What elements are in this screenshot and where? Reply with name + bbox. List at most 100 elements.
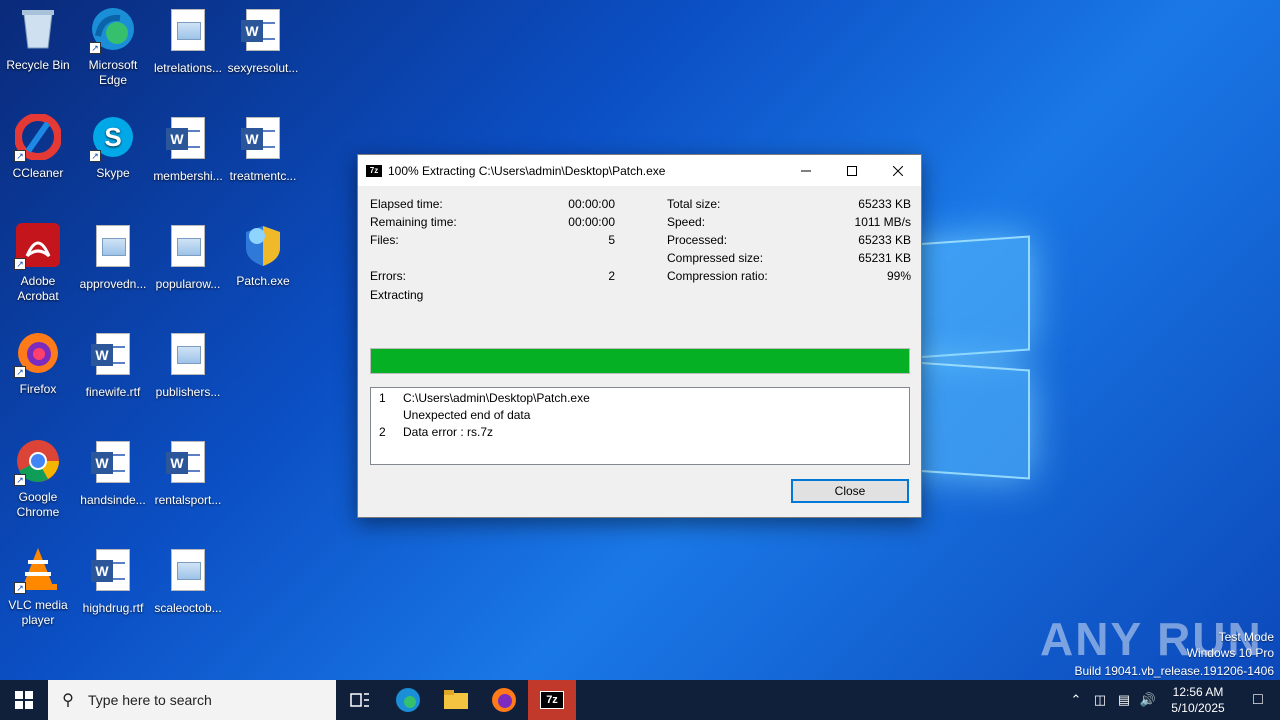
clock-time: 12:56 AM (1172, 685, 1224, 699)
task-view-button[interactable] (336, 680, 384, 720)
progress-fill (371, 349, 909, 373)
stat-compression-ratio: Compression ratio: 99% (667, 269, 911, 285)
folder-icon (444, 690, 468, 709)
desktop-icon[interactable]: Wsexyresolut... (225, 6, 301, 76)
test-mode-text: Test Mode (1218, 630, 1274, 644)
desktop-icon[interactable]: Patch.exe (225, 222, 301, 289)
desktop-icon-label: handsinde... (80, 493, 146, 507)
start-button[interactable] (0, 680, 48, 720)
stat-value: 65231 KB (858, 251, 911, 265)
desktop-icon-label: rentalsport... (154, 493, 222, 507)
network-icon[interactable]: ▤ (1112, 692, 1136, 708)
taskbar: ⚲ Type here to search 7z ⌃ ◫ ▤ 🔊 12:56 A… (0, 680, 1280, 720)
desktop-icon[interactable]: Wmembershi... (150, 114, 226, 184)
desktop-icon-label: Firefox (19, 382, 57, 396)
skype-icon: S ↗ (89, 114, 137, 162)
close-button[interactable]: Close (791, 479, 909, 503)
svg-text:S: S (104, 122, 121, 152)
desktop-icon[interactable]: letrelations... (150, 6, 226, 76)
desktop-icon[interactable]: Recycle Bin (0, 6, 76, 73)
windows-start-icon (15, 691, 33, 709)
log-text: C:\Users\admin\Desktop\Patch.exe (403, 391, 590, 405)
shortcut-arrow-icon: ↗ (14, 150, 26, 162)
stat-speed: Speed: 1011 MB/s (667, 215, 911, 231)
desktop-icon[interactable]: ↗ Microsoft Edge (75, 6, 151, 88)
search-placeholder: Type here to search (88, 692, 212, 708)
desktop-icon[interactable]: ↗ Google Chrome (0, 438, 76, 520)
desktop-icon[interactable]: Whandsinde... (75, 438, 151, 508)
stat-value: 2 (608, 269, 615, 283)
minimize-icon (801, 170, 811, 171)
word-doc-icon: W (164, 441, 212, 489)
stat-label: Compression ratio: (667, 269, 768, 283)
edge-icon: ↗ (89, 6, 137, 54)
minimize-button[interactable] (783, 155, 829, 186)
desktop-icon[interactable]: Wtreatmentc... (225, 114, 301, 184)
desktop-icon[interactable]: Whighdrug.rtf (75, 546, 151, 616)
taskbar-7zip[interactable]: 7z (528, 680, 576, 720)
recycle-bin-icon (14, 6, 62, 54)
stat-errors: Errors: 2 (370, 269, 615, 285)
image-file-icon (164, 9, 212, 57)
desktop-icon-label: CCleaner (12, 166, 64, 180)
desktop-icon[interactable]: scaleoctob... (150, 546, 226, 616)
stat-elapsed: Elapsed time: 00:00:00 (370, 197, 615, 213)
close-icon (893, 165, 903, 176)
search-box[interactable]: ⚲ Type here to search (48, 680, 336, 720)
taskbar-firefox[interactable] (480, 680, 528, 720)
desktop-icon[interactable]: approvedn... (75, 222, 151, 292)
chevron-up-icon[interactable]: ⌃ (1064, 692, 1088, 708)
desktop-icon-label: Microsoft Edge (88, 58, 138, 87)
right-stats: Total size: 65233 KB Speed: 1011 MB/s Pr… (667, 197, 911, 297)
taskbar-edge[interactable] (384, 680, 432, 720)
log-number: 1 (379, 391, 386, 405)
shortcut-arrow-icon: ↗ (14, 582, 26, 594)
vlc-icon: ↗ (14, 546, 62, 594)
log-number: 2 (379, 425, 386, 439)
volume-icon[interactable]: 🔊 (1136, 692, 1160, 708)
stat-label: Errors: (370, 269, 406, 283)
desktop-icon-label: scaleoctob... (154, 601, 222, 615)
image-file-icon (89, 225, 137, 273)
status-text: Extracting (370, 288, 615, 304)
firefox-icon (492, 688, 516, 712)
desktop-icon[interactable]: ↗ Firefox (0, 330, 76, 397)
search-icon: ⚲ (62, 692, 74, 709)
desktop-icon-label: approvedn... (79, 277, 147, 291)
desktop-icon[interactable]: Wrentalsport... (150, 438, 226, 508)
word-doc-icon: W (164, 117, 212, 165)
clock-date: 5/10/2025 (1171, 701, 1225, 715)
stat-label: Total size: (667, 197, 721, 211)
image-file-icon (164, 225, 212, 273)
stat-value: 99% (886, 269, 911, 283)
shortcut-arrow-icon: ↗ (14, 258, 26, 270)
close-window-button[interactable] (875, 155, 921, 186)
edition-text: Windows 10 Pro (1186, 646, 1274, 660)
word-doc-icon: W (89, 333, 137, 381)
desktop-icon[interactable]: Wfinewife.rtf (75, 330, 151, 400)
device-icon[interactable]: ◫ (1088, 692, 1112, 708)
clock[interactable]: 12:56 AM 5/10/2025 (1160, 684, 1236, 716)
taskbar-file-explorer[interactable] (432, 680, 480, 720)
stat-value: 1011 MB/s (854, 215, 911, 229)
desktop-icon-label: Google Chrome (16, 490, 60, 519)
7zip-icon: 7z (540, 691, 564, 709)
dialog-titlebar[interactable]: 7z 100% Extracting C:\Users\admin\Deskto… (358, 155, 921, 186)
stat-compressed-size: Compressed size: 65231 KB (667, 251, 911, 267)
desktop-icon[interactable]: ↗ CCleaner (0, 113, 76, 181)
maximize-button[interactable] (829, 155, 875, 186)
chrome-icon: ↗ (14, 438, 62, 486)
firefox-icon: ↗ (14, 330, 62, 378)
shortcut-arrow-icon: ↗ (89, 150, 101, 162)
extract-progress-dialog: 7z 100% Extracting C:\Users\admin\Deskto… (357, 154, 922, 518)
desktop-icon-label: popularow... (155, 277, 221, 291)
error-log-list[interactable]: 1 C:\Users\admin\Desktop\Patch.exe Unexp… (370, 387, 910, 465)
notification-icon[interactable]: □ (1236, 691, 1280, 709)
desktop-icon[interactable]: popularow... (150, 222, 226, 292)
desktop-icon[interactable]: ↗ Adobe Acrobat (0, 222, 76, 304)
desktop-icon[interactable]: ↗ VLC media player (0, 546, 76, 628)
stat-remaining: Remaining time: 00:00:00 (370, 215, 615, 231)
desktop-icon[interactable]: publishers... (150, 330, 226, 400)
desktop-icon[interactable]: S ↗ Skype (75, 114, 151, 181)
log-text: Unexpected end of data (403, 408, 531, 422)
